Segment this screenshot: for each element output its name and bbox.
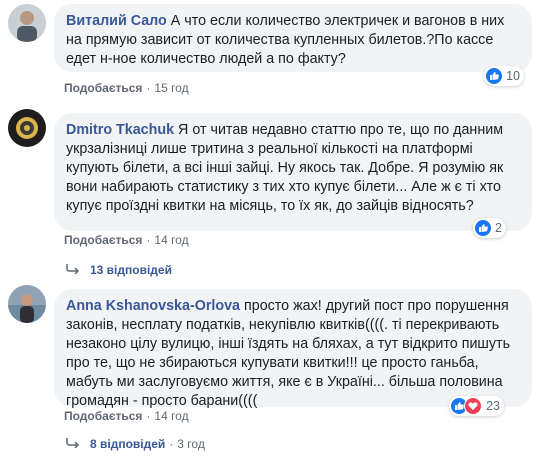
reaction-summary[interactable]: 2 xyxy=(473,218,506,238)
comment-bubble: Dmitro Tkachuk Я от читав недавно статтю … xyxy=(54,113,532,231)
comment-author[interactable]: Виталий Сало xyxy=(66,13,167,29)
replies-count[interactable]: 8 відповідей xyxy=(90,437,165,451)
like-button[interactable]: Подобається xyxy=(64,409,142,423)
reaction-summary[interactable]: 10 xyxy=(484,66,524,86)
reply-arrow-icon xyxy=(66,263,80,277)
view-replies-link[interactable]: 8 відповідей · 3 год xyxy=(66,437,205,451)
reply-arrow-icon xyxy=(66,437,80,451)
comment-meta: Подобається · 14 год xyxy=(64,409,189,423)
comment-text: просто жах! другий пост про порушення за… xyxy=(66,298,511,409)
comment-bubble: Anna Kshanovska-Orlova просто жах! другий… xyxy=(54,289,532,409)
timestamp[interactable]: 14 год xyxy=(154,409,188,423)
timestamp[interactable]: 14 год xyxy=(154,233,188,247)
view-replies-link[interactable]: 13 відповідей xyxy=(66,263,172,277)
like-icon xyxy=(486,68,503,84)
avatar[interactable] xyxy=(8,4,46,42)
like-button[interactable]: Подобається xyxy=(64,81,142,95)
timestamp[interactable]: 15 год xyxy=(154,81,188,95)
like-button[interactable]: Подобається xyxy=(64,233,142,247)
avatar[interactable] xyxy=(8,109,46,147)
reaction-count: 10 xyxy=(506,69,520,83)
replies-count[interactable]: 13 відповідей xyxy=(90,263,172,277)
avatar[interactable] xyxy=(8,285,46,323)
comment-meta: Подобається · 15 год xyxy=(64,81,189,95)
reaction-summary[interactable]: 23 xyxy=(449,396,504,416)
comment-author[interactable]: Dmitro Tkachuk xyxy=(66,122,174,138)
comment-bubble: Виталий Сало А что если количество электр… xyxy=(54,4,532,72)
replies-timestamp: 3 год xyxy=(177,437,205,451)
like-icon xyxy=(475,220,492,236)
reaction-count: 2 xyxy=(495,221,502,235)
comment-meta: Подобається · 14 год xyxy=(64,233,189,247)
reaction-count: 23 xyxy=(486,399,500,413)
love-icon xyxy=(464,397,483,415)
comment-author[interactable]: Anna Kshanovska-Orlova xyxy=(66,298,240,314)
